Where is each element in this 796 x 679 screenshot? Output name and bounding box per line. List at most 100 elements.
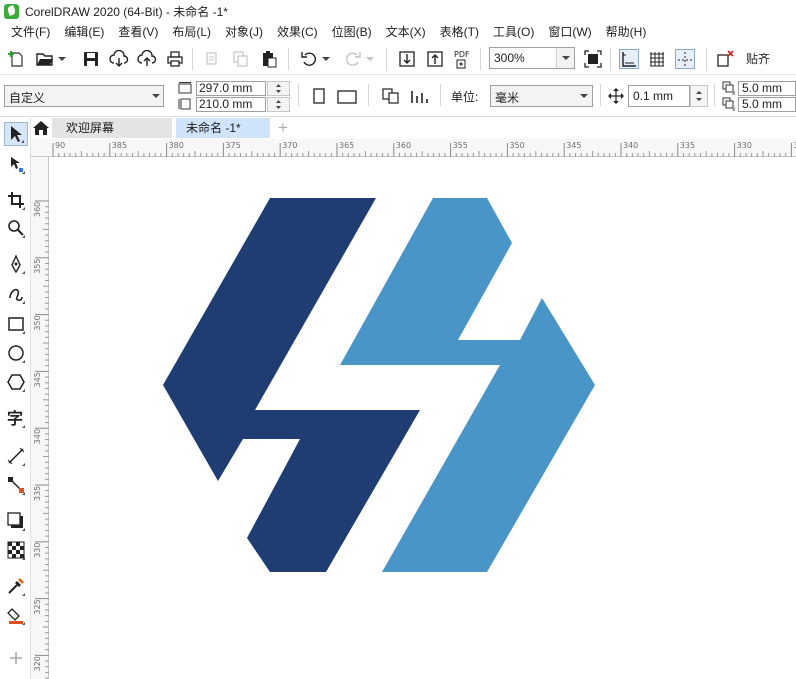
- page-width-spinner[interactable]: [267, 81, 290, 96]
- full-screen-icon: [584, 50, 602, 68]
- page-height-spinner[interactable]: [267, 97, 290, 112]
- new-tab-button[interactable]: +: [273, 118, 293, 138]
- interactive-fill-tool[interactable]: [4, 603, 28, 627]
- tab-welcome-screen[interactable]: 欢迎屏幕: [52, 118, 172, 138]
- polygon-tool[interactable]: [4, 370, 28, 394]
- crop-tool[interactable]: [4, 188, 28, 212]
- vertical-ruler-label: 325: [33, 599, 42, 614]
- cut-button[interactable]: [202, 48, 224, 70]
- home-icon: [33, 121, 49, 135]
- logo-light-shape[interactable]: [340, 198, 595, 572]
- paste-button[interactable]: [258, 48, 280, 70]
- redo-dropdown[interactable]: [364, 48, 376, 70]
- menu-help[interactable]: 帮助(H): [599, 22, 654, 42]
- zoom-tool[interactable]: [4, 216, 28, 240]
- publish-pdf-button[interactable]: PDF: [452, 48, 474, 70]
- snap-off-icon: [717, 50, 734, 67]
- cloud-upload-icon: [137, 50, 157, 66]
- menu-table[interactable]: 表格(T): [433, 22, 486, 42]
- page-height-value: 210.0 mm: [199, 97, 253, 111]
- show-guidelines-button[interactable]: [674, 48, 696, 70]
- menu-file[interactable]: 文件(F): [0, 22, 57, 42]
- paste-icon: [263, 51, 277, 68]
- connector-tool[interactable]: [4, 473, 28, 497]
- nudge-distance-spinner[interactable]: [690, 85, 708, 107]
- dimension-tool[interactable]: [4, 444, 28, 468]
- text-tool[interactable]: 字: [4, 406, 28, 430]
- units-select[interactable]: 毫米: [490, 85, 593, 107]
- transparency-tool[interactable]: [4, 538, 28, 562]
- import-button[interactable]: [396, 48, 418, 70]
- duplicate-distance-y-field[interactable]: 5.0 mm: [738, 97, 796, 112]
- nudge-distance-field[interactable]: 0.1 mm: [628, 85, 690, 107]
- zoom-dropdown[interactable]: [556, 48, 574, 68]
- home-tab[interactable]: [30, 118, 52, 138]
- menu-text[interactable]: 文本(X): [379, 22, 433, 42]
- menu-effects[interactable]: 效果(C): [270, 22, 325, 42]
- menu-window[interactable]: 窗口(W): [541, 22, 598, 42]
- vertical-ruler-label: 345: [33, 372, 42, 387]
- portrait-button[interactable]: [308, 85, 330, 107]
- undo-button[interactable]: [298, 48, 320, 70]
- cloud-upload-button[interactable]: [136, 48, 158, 70]
- rectangle-tool[interactable]: [4, 312, 28, 336]
- logo-artwork[interactable]: [50, 158, 796, 679]
- menu-layout[interactable]: 布局(L): [165, 22, 218, 42]
- open-dropdown[interactable]: [56, 48, 68, 70]
- page-width-field[interactable]: 297.0 mm: [196, 81, 266, 96]
- copy-button[interactable]: [230, 48, 252, 70]
- cut-icon: [206, 52, 217, 65]
- chevron-down-icon: [580, 94, 588, 98]
- current-page-button[interactable]: [408, 85, 430, 107]
- tab-untitled-1[interactable]: 未命名 -1*: [176, 118, 270, 138]
- snap-to-label[interactable]: 贴齐: [746, 50, 770, 67]
- horizontal-ruler-label: 350: [509, 141, 524, 150]
- menu-edit[interactable]: 编辑(E): [57, 22, 111, 42]
- horizontal-ruler-label: 380: [169, 141, 184, 150]
- drawing-canvas[interactable]: [50, 158, 796, 679]
- vertical-ruler[interactable]: 360 355 350 345 340 335 330 325 320: [31, 157, 49, 679]
- undo-dropdown[interactable]: [320, 48, 332, 70]
- artistic-media-tool[interactable]: [4, 282, 28, 306]
- page-width-value: 297.0 mm: [199, 81, 253, 95]
- open-button[interactable]: [34, 48, 56, 70]
- standard-toolbar: PDF: [0, 42, 796, 75]
- eyedropper-tool[interactable]: [4, 574, 28, 598]
- all-pages-button[interactable]: [380, 85, 402, 107]
- duplicate-distance-x-field[interactable]: 5.0 mm: [738, 81, 796, 96]
- horizontal-ruler-label: 345: [566, 141, 581, 150]
- pick-tool[interactable]: [4, 122, 28, 146]
- menu-tools[interactable]: 工具(O): [486, 22, 541, 42]
- cloud-open-button[interactable]: [108, 48, 130, 70]
- snap-off-button[interactable]: [714, 48, 736, 70]
- duplicate-distance-x-value: 5.0 mm: [742, 81, 783, 95]
- copy-icon: [233, 51, 248, 67]
- page-size-select[interactable]: 自定义: [4, 85, 164, 107]
- show-rulers-button[interactable]: [618, 48, 640, 70]
- export-button[interactable]: [424, 48, 446, 70]
- menu-object[interactable]: 对象(J): [218, 22, 270, 42]
- show-grid-button[interactable]: [646, 48, 668, 70]
- shape-tool[interactable]: [4, 152, 28, 176]
- zoom-level-input[interactable]: [490, 48, 556, 68]
- drop-shadow-tool[interactable]: [4, 509, 28, 533]
- redo-button[interactable]: [342, 48, 364, 70]
- new-document-button[interactable]: [6, 48, 28, 70]
- menu-view[interactable]: 查看(V): [111, 22, 165, 42]
- logo-dark-shape[interactable]: [163, 198, 420, 572]
- print-button[interactable]: [164, 48, 186, 70]
- horizontal-ruler-label: 360: [396, 141, 411, 150]
- zoom-level-combo[interactable]: [489, 47, 575, 69]
- full-screen-preview-button[interactable]: [582, 48, 604, 70]
- menu-bitmaps[interactable]: 位图(B): [325, 22, 379, 42]
- horizontal-ruler[interactable]: 9038538037537036536035535034534033533032…: [31, 139, 796, 157]
- save-button[interactable]: [80, 48, 102, 70]
- page-height-field[interactable]: 210.0 mm: [196, 97, 266, 112]
- spinner-arrows-icon: [276, 84, 281, 93]
- vertical-ruler-label: 330: [33, 543, 42, 558]
- ellipse-tool[interactable]: [4, 341, 28, 365]
- landscape-button[interactable]: [336, 85, 358, 107]
- title-bar: CorelDRAW 2020 (64-Bit) - 未命名 -1*: [0, 0, 796, 22]
- freehand-tool[interactable]: [4, 252, 28, 276]
- customize-toolbox-button[interactable]: [4, 646, 28, 670]
